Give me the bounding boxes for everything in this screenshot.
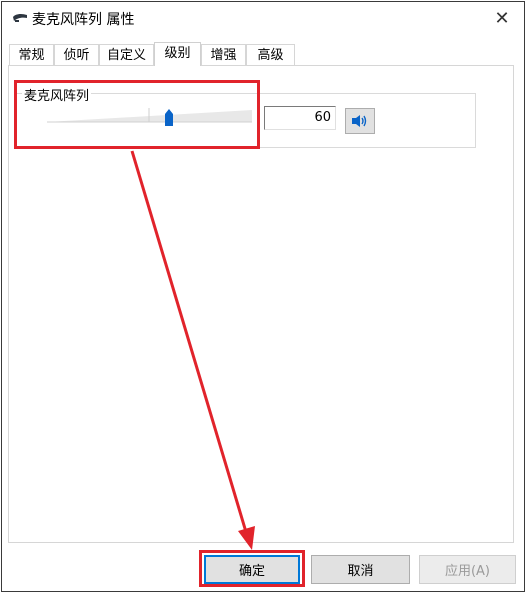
cancel-button[interactable]: 取消 [311, 555, 410, 584]
tab-enhancements[interactable]: 增强 [201, 44, 246, 65]
tab-levels[interactable]: 级别 [154, 42, 201, 66]
close-button[interactable]: ✕ [482, 2, 522, 34]
tab-custom[interactable]: 自定义 [99, 44, 154, 65]
highlight-box-ok [199, 550, 305, 587]
highlight-box-slider [14, 80, 260, 149]
speaker-icon [352, 115, 367, 127]
mute-button[interactable] [345, 108, 375, 134]
tab-listen[interactable]: 侦听 [54, 44, 99, 65]
microphone-icon [13, 13, 27, 22]
level-value-field[interactable]: 60 [264, 106, 336, 130]
close-icon: ✕ [494, 7, 510, 29]
tab-advanced[interactable]: 高级 [246, 44, 295, 65]
tab-strip: 常规 侦听 自定义 级别 增强 高级 [0, 42, 522, 66]
apply-button[interactable]: 应用(A) [419, 555, 516, 584]
tab-general[interactable]: 常规 [9, 44, 54, 65]
window-title: 麦克风阵列 属性 [32, 12, 135, 28]
title-bar[interactable]: 麦克风阵列 属性 ✕ [2, 2, 524, 34]
